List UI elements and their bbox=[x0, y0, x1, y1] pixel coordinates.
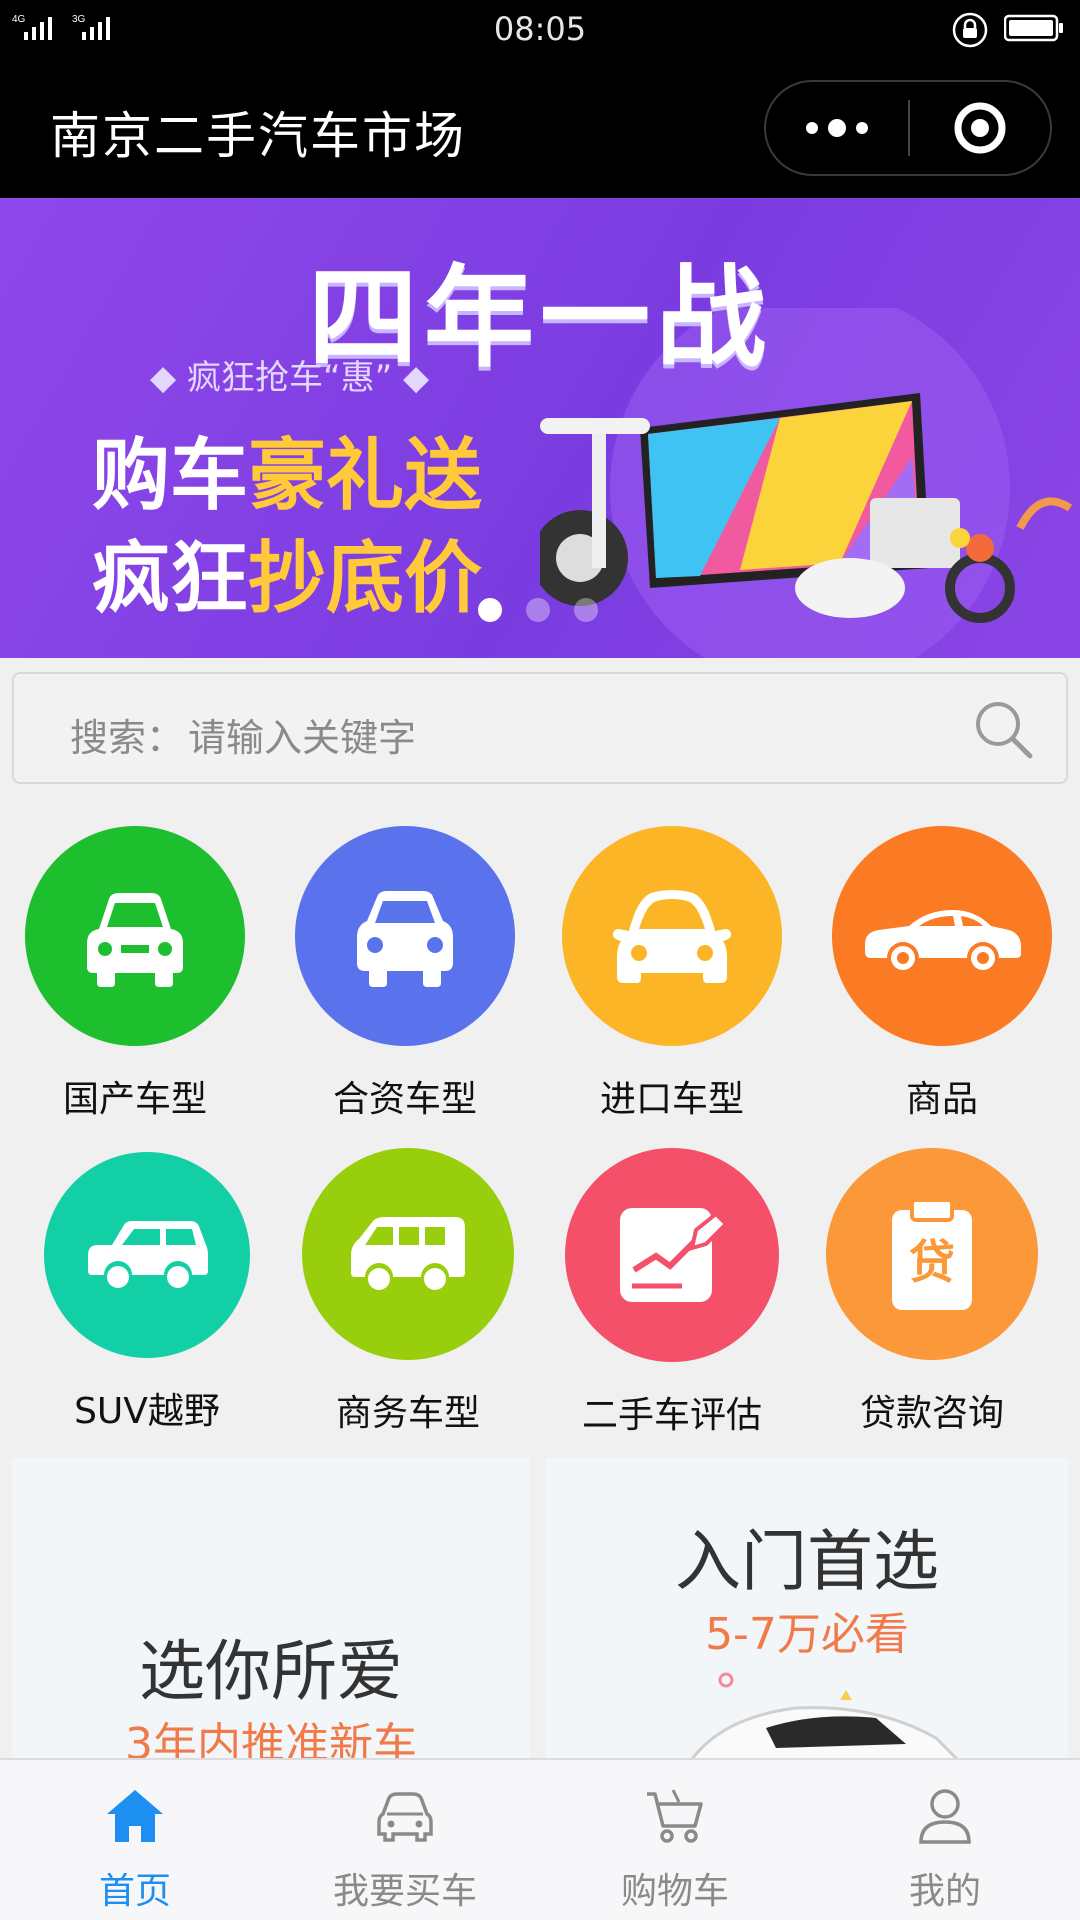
page-title: 南京二手汽车市场 bbox=[50, 107, 466, 165]
more-dot-icon bbox=[828, 119, 846, 137]
category-goods[interactable]: 商品 bbox=[812, 826, 1072, 1122]
car-front-icon bbox=[25, 826, 245, 1046]
promo-subtitle: 5-7万必看 bbox=[705, 1609, 909, 1660]
category-suv[interactable]: SUV越野 bbox=[17, 1152, 277, 1434]
category-domestic[interactable]: 国产车型 bbox=[5, 826, 265, 1122]
home-icon bbox=[107, 1790, 163, 1842]
promo-subtitle: 3年内推准新车 bbox=[125, 1719, 417, 1760]
banner-line-1-prefix: 购车 bbox=[92, 431, 249, 521]
mini-program-capsule bbox=[764, 80, 1052, 176]
tab-buy-car[interactable]: 我要买车 bbox=[270, 1760, 540, 1920]
category-label: 贷款咨询 bbox=[859, 1393, 1004, 1434]
banner-subtitle: ◆ 疯狂抢车“惠” ◆ bbox=[150, 358, 430, 398]
rotation-lock-icon bbox=[952, 12, 988, 48]
more-dot-icon bbox=[856, 122, 868, 134]
tab-label: 我要买车 bbox=[332, 1871, 477, 1912]
more-button[interactable] bbox=[766, 82, 908, 174]
category-label: SUV越野 bbox=[74, 1391, 220, 1432]
battery-icon bbox=[1004, 14, 1063, 42]
carousel-dot[interactable] bbox=[478, 598, 502, 622]
carousel-dot[interactable] bbox=[526, 598, 550, 622]
car-side-icon bbox=[832, 826, 1052, 1046]
carousel-dot[interactable] bbox=[574, 598, 598, 622]
tab-label: 我的 bbox=[908, 1871, 981, 1912]
search-icon[interactable] bbox=[972, 698, 1036, 762]
svg-text:贷: 贷 bbox=[909, 1235, 955, 1289]
banner-line-1: 购车豪礼送 bbox=[92, 413, 482, 525]
suv-icon bbox=[44, 1152, 250, 1358]
status-time: 08:05 bbox=[493, 10, 587, 48]
promo-title: 选你所爱 bbox=[139, 1633, 403, 1710]
category-label: 商品 bbox=[905, 1079, 978, 1120]
category-label: 二手车评估 bbox=[581, 1395, 762, 1436]
banner-line-2-highlight: 抄底价 bbox=[248, 534, 483, 624]
car-front-icon bbox=[562, 826, 782, 1046]
tab-label: 首页 bbox=[98, 1871, 171, 1912]
category-business[interactable]: 商务车型 bbox=[278, 1148, 538, 1436]
tab-label: 购物车 bbox=[620, 1871, 729, 1912]
status-bar: 4G 3G 08:05 bbox=[0, 0, 1080, 58]
search-bar[interactable]: 搜索： 请输入关键字 bbox=[12, 672, 1068, 784]
search-input[interactable]: 搜索： 请输入关键字 bbox=[70, 707, 416, 762]
banner-line-1-highlight: 豪礼送 bbox=[248, 431, 483, 521]
banner-line-2-prefix: 疯狂 bbox=[92, 534, 249, 624]
car-icon bbox=[377, 1792, 433, 1842]
category-label: 进口车型 bbox=[599, 1079, 744, 1120]
category-loan[interactable]: 贷 贷款咨询 bbox=[802, 1148, 1062, 1436]
category-joint-venture[interactable]: 合资车型 bbox=[275, 826, 535, 1122]
tab-bar: 首页 我要买车 购物车 我的 bbox=[0, 1758, 1080, 1920]
more-dot-icon bbox=[806, 122, 818, 134]
loan-icon: 贷 bbox=[826, 1148, 1038, 1360]
search-label: 搜索： bbox=[70, 716, 185, 760]
category-evaluation[interactable]: 二手车评估 bbox=[542, 1148, 802, 1438]
tab-profile[interactable]: 我的 bbox=[810, 1760, 1080, 1920]
tab-cart[interactable]: 购物车 bbox=[540, 1760, 810, 1920]
promo-title: 入门首选 bbox=[675, 1523, 939, 1600]
close-button[interactable] bbox=[910, 82, 1050, 174]
car-photo-illustration bbox=[689, 1672, 961, 1760]
cart-icon bbox=[647, 1789, 703, 1843]
van-icon bbox=[302, 1148, 514, 1360]
search-placeholder: 请输入关键字 bbox=[188, 716, 417, 760]
promo-card-new-cars[interactable]: 选你所爱 3年内推准新车 bbox=[12, 1458, 530, 1760]
carousel-indicator bbox=[478, 598, 598, 622]
category-label: 合资车型 bbox=[332, 1079, 477, 1120]
category-label: 商务车型 bbox=[335, 1393, 480, 1434]
banner-line-2: 疯狂抄底价 bbox=[92, 516, 482, 628]
close-target-icon bbox=[954, 102, 1006, 154]
tab-home[interactable]: 首页 bbox=[0, 1760, 270, 1920]
category-imported[interactable]: 进口车型 bbox=[542, 826, 802, 1122]
promo-banner[interactable]: 四年一战 ◆ 疯狂抢车“惠” ◆ 购车豪礼送 疯狂抄底价 bbox=[0, 198, 1080, 658]
nav-bar: 南京二手汽车市场 bbox=[0, 58, 1080, 198]
category-label: 国产车型 bbox=[62, 1079, 207, 1120]
car-front-icon bbox=[295, 826, 515, 1046]
promo-card-entry-level[interactable]: 入门首选 5-7万必看 bbox=[546, 1458, 1068, 1760]
evaluation-icon bbox=[565, 1148, 779, 1362]
user-icon bbox=[919, 1789, 971, 1844]
